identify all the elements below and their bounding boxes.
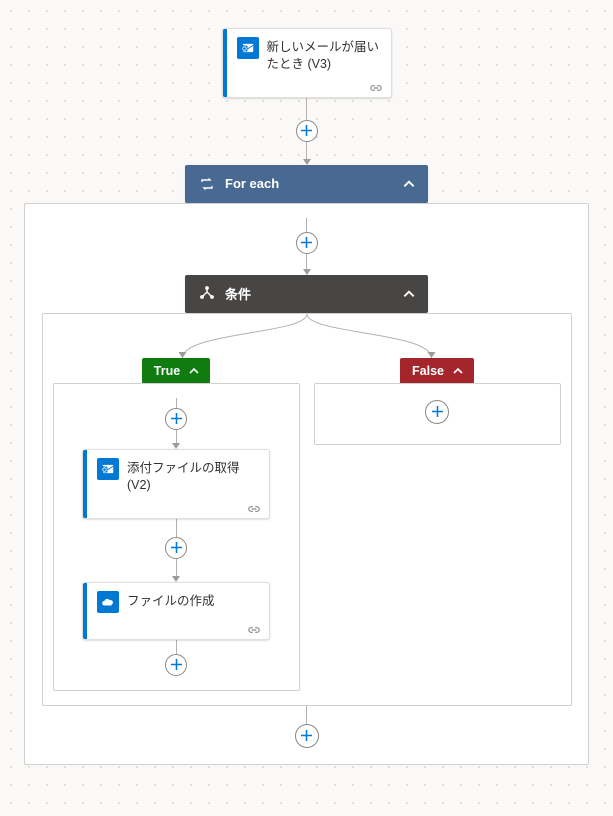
condition-scope: True bbox=[42, 313, 572, 706]
connector bbox=[165, 398, 187, 449]
connector bbox=[295, 706, 319, 748]
link-icon bbox=[247, 502, 261, 512]
foreach-scope: 条件 True bbox=[24, 203, 589, 765]
get-attachment-card[interactable]: 添付ファイルの取得 (V2) bbox=[82, 449, 270, 519]
add-button[interactable] bbox=[296, 232, 318, 254]
chevron-up-icon bbox=[402, 177, 416, 191]
branch-icon bbox=[199, 286, 215, 302]
add-button[interactable] bbox=[165, 537, 187, 559]
onedrive-icon bbox=[97, 591, 119, 613]
foreach-label: For each bbox=[225, 176, 402, 191]
link-icon bbox=[369, 81, 383, 91]
connector bbox=[165, 519, 187, 582]
true-label: True bbox=[154, 364, 180, 378]
condition-header[interactable]: 条件 bbox=[185, 275, 428, 313]
trigger-title: 新しいメールが届いたとき (V3) bbox=[267, 37, 381, 73]
false-label: False bbox=[412, 364, 444, 378]
add-button[interactable] bbox=[425, 400, 449, 424]
loop-icon bbox=[199, 176, 215, 192]
connector bbox=[165, 640, 187, 676]
true-branch: True bbox=[53, 358, 300, 691]
add-button[interactable] bbox=[165, 408, 187, 430]
foreach-header[interactable]: For each bbox=[185, 165, 428, 203]
action-title: 添付ファイルの取得 (V2) bbox=[127, 458, 259, 494]
link-icon bbox=[247, 623, 261, 633]
false-branch: False bbox=[314, 358, 561, 445]
trigger-card[interactable]: 新しいメールが届いたとき (V3) bbox=[222, 28, 392, 98]
connector bbox=[296, 218, 318, 275]
action-title: ファイルの作成 bbox=[127, 591, 215, 610]
chevron-up-icon bbox=[402, 287, 416, 301]
create-file-card[interactable]: ファイルの作成 bbox=[82, 582, 270, 640]
outlook-icon bbox=[97, 458, 119, 480]
connector bbox=[296, 98, 318, 165]
add-button[interactable] bbox=[296, 120, 318, 142]
true-pill[interactable]: True bbox=[142, 358, 210, 384]
chevron-up-icon bbox=[188, 365, 200, 377]
branch-connector bbox=[53, 314, 561, 358]
add-button[interactable] bbox=[165, 654, 187, 676]
chevron-up-icon bbox=[452, 365, 464, 377]
add-button[interactable] bbox=[295, 724, 319, 748]
condition-label: 条件 bbox=[225, 284, 402, 303]
false-pill[interactable]: False bbox=[400, 358, 474, 384]
outlook-icon bbox=[237, 37, 259, 59]
